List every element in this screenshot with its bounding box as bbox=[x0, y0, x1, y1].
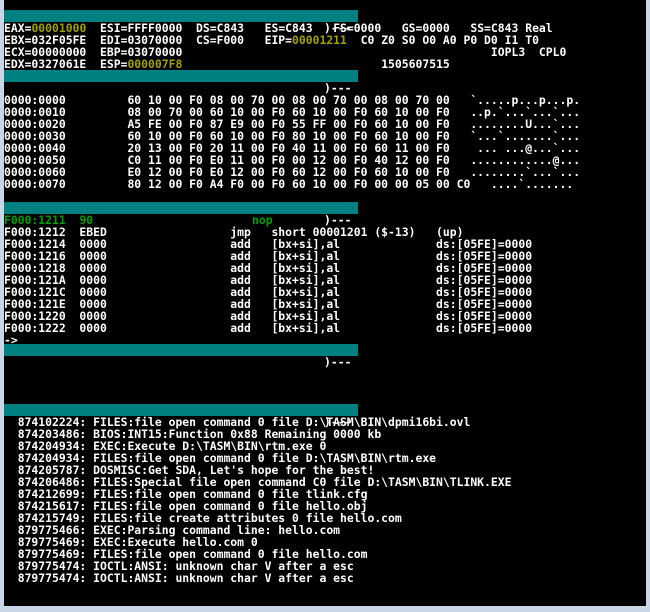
data-overview-header: ---(Data Overview Scroll: page up/down)-… bbox=[4, 70, 358, 94]
variable-overview-header: ---(Variable Overview)--- bbox=[4, 344, 358, 368]
esp-value: 000007F8 bbox=[127, 57, 183, 71]
output-line: 879775474: IOCTL:ANSI: unknown char V af… bbox=[4, 571, 354, 585]
variable-overview-title: ---(Variable Overview bbox=[45, 355, 190, 369]
debugger-console[interactable]: ---(Register Overview)--- EAX=00001000 E… bbox=[4, 0, 646, 606]
register-row-4: EDX=0327061E ESP=000007F8 1505607515 bbox=[4, 57, 450, 71]
data-row: 0000:0070 80 12 00 F0 A4 F0 00 F0 60 10 … bbox=[4, 177, 574, 191]
debugger-window: ---(Register Overview)--- EAX=00001000 E… bbox=[0, 0, 650, 612]
code-row: F000:1222 0000 add [bx+si],al ds:[05FE]=… bbox=[4, 321, 533, 335]
